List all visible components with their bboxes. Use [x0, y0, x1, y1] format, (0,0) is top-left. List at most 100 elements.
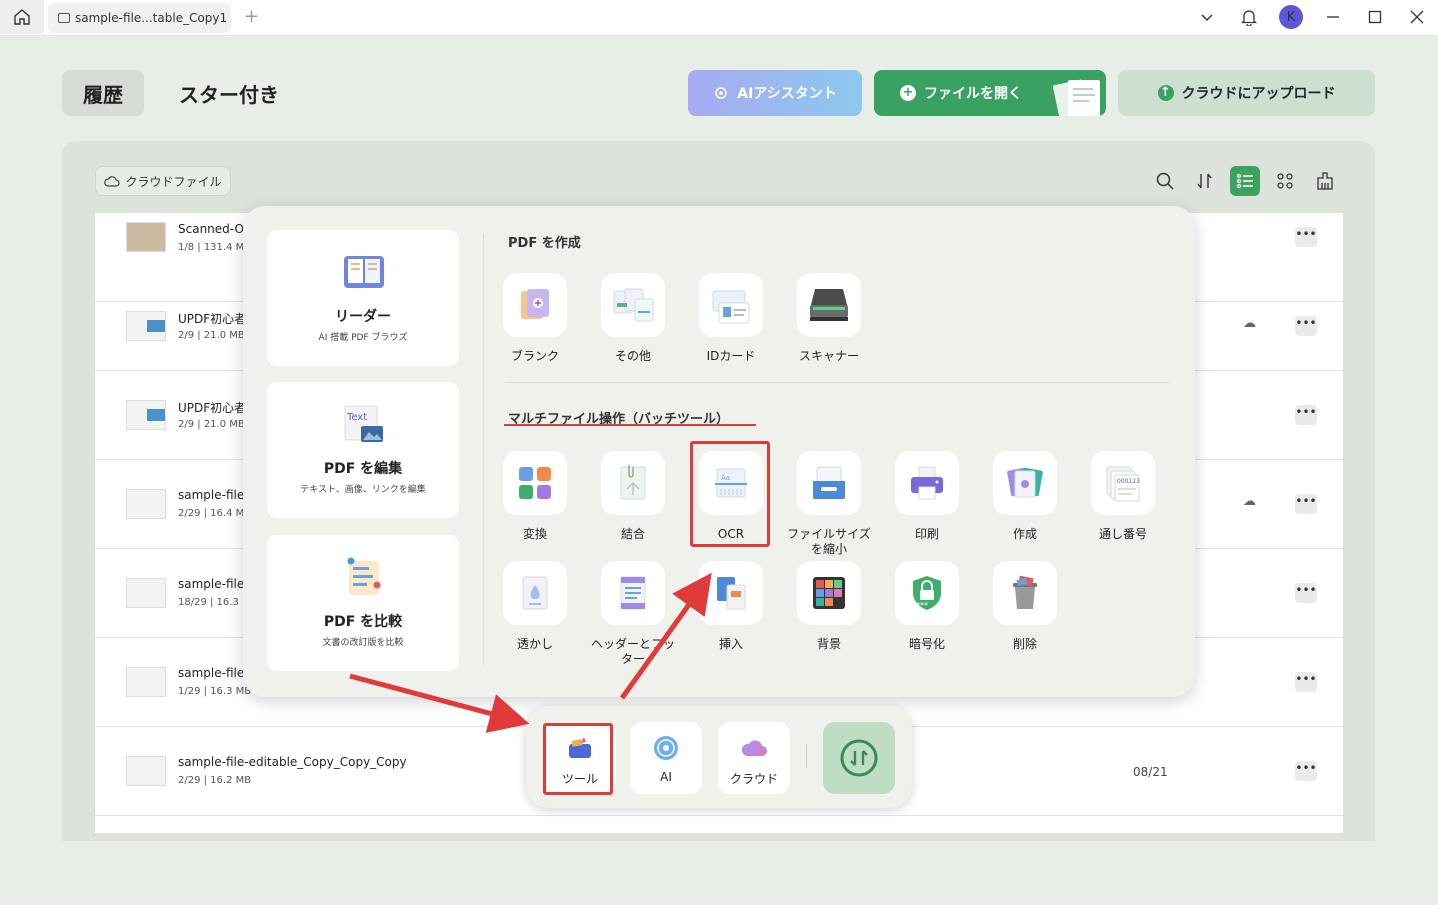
cloud-files-label: クラウドファイル: [125, 174, 222, 189]
more-options-button[interactable]: •••: [1295, 316, 1317, 336]
more-options-button[interactable]: •••: [1295, 583, 1317, 603]
batch-bates-number-tool[interactable]: 000123 通し番号: [1078, 451, 1168, 542]
upload-to-cloud-button[interactable]: ↑ クラウドにアップロード: [1118, 70, 1375, 116]
more-options-button[interactable]: •••: [1295, 761, 1317, 781]
edit-pdf-card-title: PDF を編集: [323, 461, 403, 477]
batch-create-tool[interactable]: 作成: [980, 451, 1070, 542]
tab-history[interactable]: 履歴: [62, 70, 144, 116]
batch-delete-tool[interactable]: 削除: [980, 561, 1070, 652]
section-divider: [505, 382, 1169, 383]
file-meta: 2/29 | 16.4 MB: [178, 508, 252, 519]
header-footer-icon: [620, 576, 646, 610]
cloud-icon: [104, 176, 121, 187]
batch-combine-tool[interactable]: 結合: [588, 451, 678, 542]
svg-text:000123: 000123: [1117, 478, 1140, 485]
minimize-button[interactable]: [1312, 0, 1354, 34]
bell-icon[interactable]: [1228, 0, 1270, 34]
compare-pdf-card[interactable]: PDF を比較 文書の改訂版を比較: [267, 535, 459, 671]
batch-print-tool[interactable]: 印刷: [882, 451, 972, 542]
batch-convert-tool[interactable]: 変換: [490, 451, 580, 542]
compare-pdf-card-title: PDF を比較: [323, 614, 403, 630]
tools-popup: リーダー AI 搭載 PDF ブラウズ Text PDF を編集 テキスト、画像…: [243, 206, 1195, 697]
popup-divider: [483, 234, 484, 666]
create-blank-tool[interactable]: ブランク: [490, 273, 580, 364]
reader-card[interactable]: リーダー AI 搭載 PDF ブラウズ: [267, 230, 459, 366]
ocr-highlight-box: [690, 441, 770, 547]
ai-label: AI: [660, 770, 672, 784]
home-button[interactable]: [0, 0, 44, 34]
clean-brush-icon[interactable]: [1310, 166, 1340, 196]
ai-assistant-button[interactable]: AIアシスタント: [688, 70, 862, 116]
create-id-card-label: IDカード: [706, 349, 756, 363]
edit-pdf-card-subtitle: テキスト、画像、リンクを編集: [300, 485, 426, 495]
file-thumbnail: [126, 578, 166, 608]
background-palette-icon: [813, 577, 845, 609]
open-file-button[interactable]: + ファイルを開く: [874, 70, 1106, 116]
file-name: UPDF初心者: [178, 401, 247, 415]
printer-icon: [911, 466, 943, 500]
create-other-tool[interactable]: その他: [588, 273, 678, 364]
document-tab-title: sample-file...table_Copy1: [75, 11, 228, 25]
table-row[interactable]: [95, 816, 1343, 905]
tab-starred[interactable]: スター付き: [165, 70, 293, 116]
batch-watermark-tool[interactable]: 透かし: [490, 561, 580, 652]
title-bar: sample-file...table_Copy1 + K: [0, 0, 1438, 36]
edit-pdf-card[interactable]: Text PDF を編集 テキスト、画像、リンクを編集: [267, 382, 459, 518]
avatar[interactable]: K: [1279, 5, 1303, 29]
file-date: 08/21: [1133, 765, 1168, 779]
cloud-files-filter[interactable]: クラウドファイル: [95, 166, 231, 196]
batch-background-tool[interactable]: 背景: [784, 561, 874, 652]
batch-header-footer-label: ヘッダーとフッター: [590, 637, 675, 666]
batch-combine-label: 結合: [620, 527, 645, 541]
home-icon: [14, 9, 30, 25]
close-button[interactable]: [1396, 0, 1438, 34]
batch-insert-tool[interactable]: 挿入: [686, 561, 776, 652]
ai-orb-icon: [654, 736, 678, 760]
file-name: UPDF初心者: [178, 312, 247, 326]
batch-delete-label: 削除: [1012, 637, 1037, 651]
convert-quick-button[interactable]: [823, 722, 895, 794]
upload-to-cloud-label: クラウドにアップロード: [1181, 86, 1336, 102]
batch-compress-tool[interactable]: ファイルサイズを縮小: [784, 451, 874, 557]
book-icon: [344, 256, 384, 288]
bottom-dock: ツール AI クラウド: [526, 706, 912, 808]
file-meta: 1/29 | 16.3 MB: [178, 686, 252, 697]
blank-page-icon: [521, 289, 549, 319]
upload-arrow-icon: ↑: [1157, 85, 1174, 101]
convert-icon: [519, 467, 551, 499]
file-thumbnail: [126, 222, 166, 252]
create-id-card-tool[interactable]: IDカード: [686, 273, 776, 364]
batch-encrypt-tool[interactable]: *** 暗号化: [882, 561, 972, 652]
cloud-label: クラウド: [729, 772, 778, 786]
more-options-button[interactable]: •••: [1295, 405, 1317, 425]
chevron-down-icon[interactable]: [1186, 0, 1228, 34]
cloud-status-icon: ☁: [1243, 494, 1256, 509]
new-tab-button[interactable]: +: [244, 6, 259, 27]
grid-view-icon[interactable]: [1270, 166, 1300, 196]
document-tab[interactable]: sample-file...table_Copy1: [48, 3, 231, 33]
file-thumbnail: [126, 489, 166, 519]
file-thumbnail: [126, 667, 166, 697]
svg-text:***: ***: [916, 601, 928, 610]
cloud-status-icon: ☁: [1243, 316, 1256, 331]
ai-assistant-label: AIアシスタント: [737, 86, 837, 102]
search-icon[interactable]: [1150, 166, 1180, 196]
open-file-label: ファイルを開く: [924, 86, 1022, 102]
compare-icon: [347, 557, 381, 595]
more-options-button[interactable]: •••: [1295, 227, 1317, 247]
file-meta: 1/8 | 131.4 MB: [178, 242, 252, 253]
maximize-button[interactable]: [1354, 0, 1396, 34]
lock-icon: ***: [913, 576, 941, 610]
ai-button[interactable]: AI: [630, 722, 702, 794]
list-view-icon[interactable]: [1230, 166, 1260, 196]
batch-header-footer-tool[interactable]: ヘッダーとフッター: [588, 561, 678, 667]
sort-icon[interactable]: [1190, 166, 1220, 196]
more-options-button[interactable]: •••: [1295, 494, 1317, 514]
create-scanner-tool[interactable]: スキャナー: [784, 273, 874, 364]
compare-pdf-card-subtitle: 文書の改訂版を比較: [322, 638, 404, 648]
scanner-icon: [810, 289, 848, 321]
batch-watermark-label: 透かし: [516, 637, 553, 651]
more-options-button[interactable]: •••: [1295, 672, 1317, 692]
cloud-button[interactable]: クラウド: [718, 722, 790, 794]
file-thumbnail: [126, 400, 166, 430]
